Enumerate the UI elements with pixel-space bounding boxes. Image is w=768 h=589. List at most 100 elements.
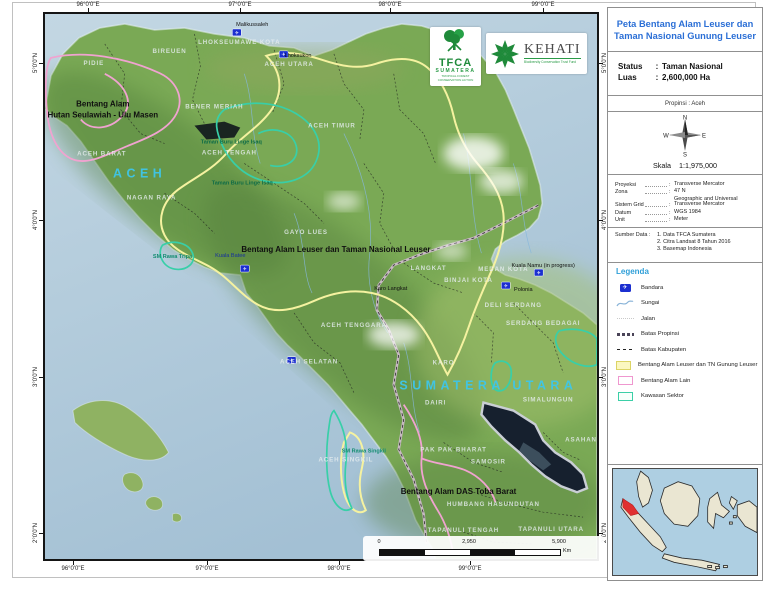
place-label: Malikussaleh — [236, 22, 268, 28]
tick — [599, 377, 603, 378]
airport-icon: ✈ — [501, 282, 510, 289]
scale-segment — [380, 550, 425, 555]
region-label: ACEH SINGKIL — [318, 456, 373, 463]
svg-text:✈: ✈ — [235, 30, 239, 36]
data-source-item: 3. Basemap Indonesia — [657, 246, 731, 253]
data-source-item: 2. Citra Landsat 8 Tahun 2016 — [657, 239, 731, 246]
landscape-label: Bentang Alam — [76, 100, 129, 109]
legend-item: Sungai — [616, 296, 754, 312]
map-canvas: ✈ ✈ ✈ ✈ ✈ ✈ PIDIE BIREUEN LHOKSEUMAWE KO… — [43, 12, 599, 561]
projection-label: Zona — [615, 189, 645, 195]
region-label: SAMOSIR — [471, 458, 506, 465]
x-tick-label: 96°0'0"E — [61, 566, 84, 572]
province-value: Propinsi : Aceh — [665, 101, 705, 107]
scale-segment — [470, 550, 515, 555]
leader-dots — [645, 206, 667, 207]
legend-item-label: Bandara — [641, 285, 663, 291]
x-tick-label: 97°0'0"E — [195, 566, 218, 572]
region-label: HUMBANG HASUNDUTAN — [447, 501, 540, 508]
map-title-line2: Taman Nasional Gunung Leuser — [614, 30, 756, 42]
map-title-line1: Peta Bentang Alam Leuser dan — [614, 18, 756, 30]
scale-segment — [515, 550, 560, 555]
scale-value: 1:1,975,000 — [679, 161, 717, 170]
place-label: Polonia — [514, 287, 533, 293]
region-label: ACEH TIMUR — [308, 123, 356, 130]
province-row: Propinsi : Aceh — [608, 96, 762, 111]
landscape-label: Bentang Alam Leuser dan Taman Nasional L… — [241, 245, 430, 254]
airport-icon: ✈ — [240, 265, 249, 272]
road-legend-icon — [616, 318, 634, 319]
region-label: ACEH BARAT — [77, 150, 126, 157]
region-label: ACEH TENGAH — [202, 149, 257, 156]
legend-item: Bentang Alam Lain — [616, 373, 754, 389]
svg-text:✈: ✈ — [243, 266, 247, 272]
inset-map-svg — [613, 469, 757, 575]
airport-icon: ✈ — [232, 29, 241, 36]
kehati-logo: KEHATI Biodiversity Conservation Trust F… — [486, 33, 587, 74]
scale-label: Skala — [653, 161, 671, 170]
region-label: LHOKSEUMAWE KOTA — [198, 39, 280, 46]
data-source-block: Sumber Data : 1. Data TFCA Sumatera 2. C… — [608, 228, 762, 262]
tfca-acronym: TFCA — [430, 58, 481, 68]
regency-boundary-legend-icon — [616, 349, 634, 350]
legend-item: ✈ Bandara — [616, 280, 754, 296]
compass-block: N E S W Skala1:1,975,000 — [608, 112, 762, 174]
inset-map-section — [608, 465, 762, 580]
leader-dots — [645, 221, 667, 222]
region-label: KARO — [433, 360, 455, 367]
projection-row: Sistem Grid:Geographic and Universal Tra… — [615, 197, 755, 209]
svg-text:✈: ✈ — [504, 283, 508, 289]
area-value: 2,600,000 Ha — [662, 73, 752, 82]
compass-e: E — [702, 134, 706, 140]
projection-value: Geographic and Universal Transverse Merc… — [674, 197, 755, 209]
other-landscape-legend-swatch — [616, 376, 634, 385]
place-label: Kuala Namu (in progress) — [511, 263, 575, 269]
region-label: DELI SERDANG — [485, 302, 542, 309]
legend-item-label: Batas Kabupaten — [641, 347, 686, 353]
province-label-aceh: ACEH — [113, 166, 166, 180]
conservation-label: SM Rawa Tripa — [153, 254, 193, 260]
legend-item-label: Jalan — [641, 316, 655, 322]
status-row: Status : Taman Nasional — [618, 62, 752, 71]
kehati-name: KEHATI — [524, 43, 581, 57]
leader-dots — [645, 186, 667, 187]
scale-label-mid: 2,950 — [462, 539, 476, 545]
region-label: SIMALUNGUN — [523, 397, 574, 404]
region-label: ACEH SELATAN — [280, 359, 338, 366]
province-label-sumatera-utara: SUMATERA UTARA — [399, 379, 577, 393]
compass-n: N — [683, 116, 687, 122]
scale-segment — [425, 550, 470, 555]
projection-label: Sistem Grid — [615, 202, 645, 208]
sector-area-legend-swatch — [616, 392, 634, 401]
legend-item-label: Bentang Alam Leuser dan TN Gunung Leuser — [638, 362, 757, 368]
tick — [73, 561, 74, 565]
tfca-tree-icon — [430, 27, 481, 53]
projection-label: Unit — [615, 217, 645, 223]
place-label: Karo Langkat — [374, 286, 408, 292]
legend-item: Bentang Alam Leuser dan TN Gunung Leuser — [616, 358, 754, 374]
province-boundary-legend-icon — [616, 333, 634, 336]
status-separator: : — [652, 62, 662, 71]
area-label: Luas — [618, 73, 652, 82]
region-label: BINJAI KOTA — [444, 277, 493, 284]
region-label: NAGAN RAYA — [127, 194, 177, 201]
airport-icon: ✈ — [534, 269, 543, 276]
legend-item-label: Bentang Alam Lain — [641, 378, 690, 384]
projection-value: Meter — [674, 217, 755, 223]
status-value: Taman Nasional — [662, 62, 752, 71]
region-label: GAYO LUES — [284, 229, 328, 236]
place-label: Kuala Batee — [215, 253, 245, 259]
scale-bar-segments — [379, 549, 561, 556]
data-source-item: 1. Data TFCA Sumatera — [657, 232, 731, 239]
area-row: Luas : 2,600,000 Ha — [618, 73, 752, 82]
legend-item: Batas Propinsi — [616, 327, 754, 343]
tick — [339, 561, 340, 565]
projection-row: Zona:47 N — [615, 189, 755, 195]
status-block: Status : Taman Nasional Luas : 2,600,000… — [608, 52, 762, 95]
x-tick-label: 99°0'0"E — [458, 566, 481, 572]
region-label: ASAHAN — [565, 436, 597, 443]
legend-heading: Legenda — [616, 267, 754, 276]
svg-text:✈: ✈ — [537, 270, 541, 276]
scale-bar: 0 2,950 5,900 Km — [363, 536, 604, 561]
place-label: Lhoksukon — [285, 53, 312, 59]
